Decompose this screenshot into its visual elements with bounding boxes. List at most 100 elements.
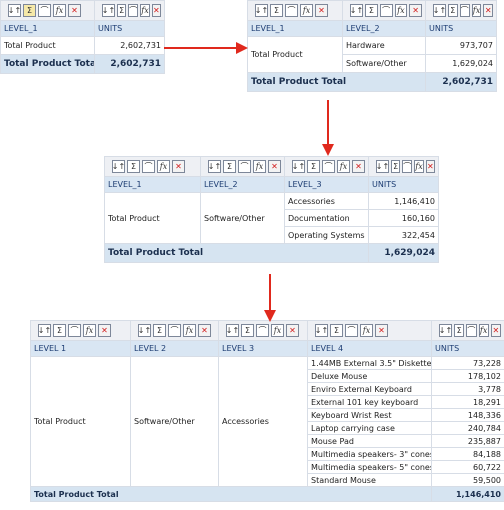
sort-icon[interactable]: ↓↑ — [112, 160, 125, 173]
fx-icon[interactable]: fx — [360, 324, 373, 337]
chart-icon[interactable]: ⌒ — [402, 160, 413, 173]
sort-icon[interactable]: ↓↑ — [376, 160, 389, 173]
fx-icon[interactable]: fx — [337, 160, 350, 173]
column-header-level1[interactable]: LEVEL_1 — [104, 176, 201, 193]
column-toolbar: ↓↑ Σ ⌒ fx ✕ — [284, 156, 369, 177]
close-icon[interactable]: ✕ — [68, 4, 81, 17]
chart-icon[interactable]: ⌒ — [345, 324, 358, 337]
column-header-units[interactable]: UNITS — [425, 20, 497, 37]
fx-icon[interactable]: fx — [478, 324, 489, 337]
pivot-table-1: ↓↑ Σ ⌒ fx ✕ ↓↑ Σ ⌒ fx ✕ LEVEL_1 UNITS Total Prod… — [0, 0, 165, 74]
column-header-level4[interactable]: LEVEL 4 — [307, 340, 432, 357]
sigma-icon[interactable]: Σ — [448, 4, 458, 17]
fx-icon[interactable]: fx — [271, 324, 284, 337]
column-toolbar: ↓↑ Σ ⌒ fx ✕ — [342, 0, 426, 21]
units-value: 235,887 — [431, 434, 504, 448]
sigma-icon[interactable]: Σ — [307, 160, 320, 173]
column-header-level2[interactable]: LEVEL 2 — [130, 340, 219, 357]
close-icon[interactable]: ✕ — [315, 4, 328, 17]
fx-icon[interactable]: fx — [300, 4, 313, 17]
sigma-icon[interactable]: Σ — [223, 160, 236, 173]
fx-icon[interactable]: fx — [253, 160, 266, 173]
close-icon[interactable]: ✕ — [483, 4, 494, 17]
fx-icon[interactable]: fx — [414, 160, 424, 173]
chart-icon[interactable]: ⌒ — [238, 160, 251, 173]
row-header: Multimedia speakers- 5" cones — [307, 460, 432, 474]
row-header: Accessories — [284, 192, 369, 210]
fx-icon[interactable]: fx — [140, 4, 150, 17]
fx-icon[interactable]: fx — [157, 160, 170, 173]
chart-icon[interactable]: ⌒ — [38, 4, 51, 17]
column-header-level1[interactable]: LEVEL_1 — [247, 20, 343, 37]
close-icon[interactable]: ✕ — [98, 324, 111, 337]
sigma-icon[interactable]: Σ — [365, 4, 378, 17]
close-icon[interactable]: ✕ — [268, 160, 281, 173]
close-icon[interactable]: ✕ — [409, 4, 422, 17]
sort-icon[interactable]: ↓↑ — [255, 4, 268, 17]
sigma-icon[interactable]: Σ — [127, 160, 140, 173]
sort-icon[interactable]: ↓↑ — [433, 4, 446, 17]
sort-icon[interactable]: ↓↑ — [38, 324, 51, 337]
sort-icon[interactable]: ↓↑ — [8, 4, 21, 17]
close-icon[interactable]: ✕ — [352, 160, 365, 173]
chart-icon[interactable]: ⌒ — [459, 4, 470, 17]
chart-icon[interactable]: ⌒ — [466, 324, 477, 337]
arrow-down-icon — [264, 274, 276, 322]
row-header: Total Product — [247, 36, 343, 73]
column-header-level1[interactable]: LEVEL 1 — [30, 340, 131, 357]
column-header-level3[interactable]: LEVEL_3 — [284, 176, 369, 193]
chart-icon[interactable]: ⌒ — [322, 160, 335, 173]
fx-icon[interactable]: fx — [83, 324, 96, 337]
units-value: 1,629,024 — [425, 54, 497, 73]
close-icon[interactable]: ✕ — [425, 160, 435, 173]
units-value: 3,778 — [431, 382, 504, 396]
chart-icon[interactable]: ⌒ — [68, 324, 81, 337]
sigma-icon[interactable]: Σ — [153, 324, 166, 337]
column-header-level2[interactable]: LEVEL_2 — [342, 20, 426, 37]
sigma-icon[interactable]: Σ — [454, 324, 465, 337]
sigma-icon[interactable]: Σ — [23, 4, 36, 17]
chart-icon[interactable]: ⌒ — [285, 4, 298, 17]
column-header-units[interactable]: UNITS — [368, 176, 439, 193]
column-header-units[interactable]: UNITS — [431, 340, 504, 357]
sigma-icon[interactable]: Σ — [117, 4, 127, 17]
chart-icon[interactable]: ⌒ — [379, 4, 393, 17]
sort-icon[interactable]: ↓↑ — [102, 4, 115, 17]
row-header: Operating Systems — [284, 226, 369, 244]
chart-icon[interactable]: ⌒ — [142, 160, 155, 173]
fx-icon[interactable]: fx — [53, 4, 66, 17]
sigma-icon[interactable]: Σ — [270, 4, 283, 17]
units-value: 178,102 — [431, 369, 504, 383]
chart-icon[interactable]: ⌒ — [128, 4, 139, 17]
column-header-level2[interactable]: LEVEL_2 — [200, 176, 285, 193]
sort-icon[interactable]: ↓↑ — [292, 160, 305, 173]
close-icon[interactable]: ✕ — [490, 324, 501, 337]
sort-icon[interactable]: ↓↑ — [226, 324, 239, 337]
column-header-level3[interactable]: LEVEL 3 — [218, 340, 308, 357]
column-header-units[interactable]: UNITS — [94, 20, 165, 37]
close-icon[interactable]: ✕ — [151, 4, 161, 17]
chart-icon[interactable]: ⌒ — [256, 324, 269, 337]
fx-icon[interactable]: fx — [394, 4, 408, 17]
column-header-level1[interactable]: LEVEL_1 — [0, 20, 95, 37]
close-icon[interactable]: ✕ — [198, 324, 211, 337]
sort-icon[interactable]: ↓↑ — [208, 160, 221, 173]
sigma-icon[interactable]: Σ — [330, 324, 343, 337]
fx-icon[interactable]: fx — [183, 324, 196, 337]
close-icon[interactable]: ✕ — [286, 324, 299, 337]
column-toolbar: ↓↑ Σ ⌒ fx ✕ — [368, 156, 439, 177]
fx-icon[interactable]: fx — [471, 4, 482, 17]
sigma-icon[interactable]: Σ — [53, 324, 66, 337]
sort-icon[interactable]: ↓↑ — [315, 324, 328, 337]
sigma-icon[interactable]: Σ — [241, 324, 254, 337]
units-value: 60,722 — [431, 460, 504, 474]
close-icon[interactable]: ✕ — [172, 160, 185, 173]
arrow-right-icon — [164, 42, 248, 54]
sigma-icon[interactable]: Σ — [391, 160, 401, 173]
sort-icon[interactable]: ↓↑ — [138, 324, 151, 337]
sort-icon[interactable]: ↓↑ — [350, 4, 363, 17]
close-icon[interactable]: ✕ — [375, 324, 388, 337]
sort-icon[interactable]: ↓↑ — [439, 324, 452, 337]
units-value: 240,784 — [431, 421, 504, 435]
chart-icon[interactable]: ⌒ — [168, 324, 181, 337]
